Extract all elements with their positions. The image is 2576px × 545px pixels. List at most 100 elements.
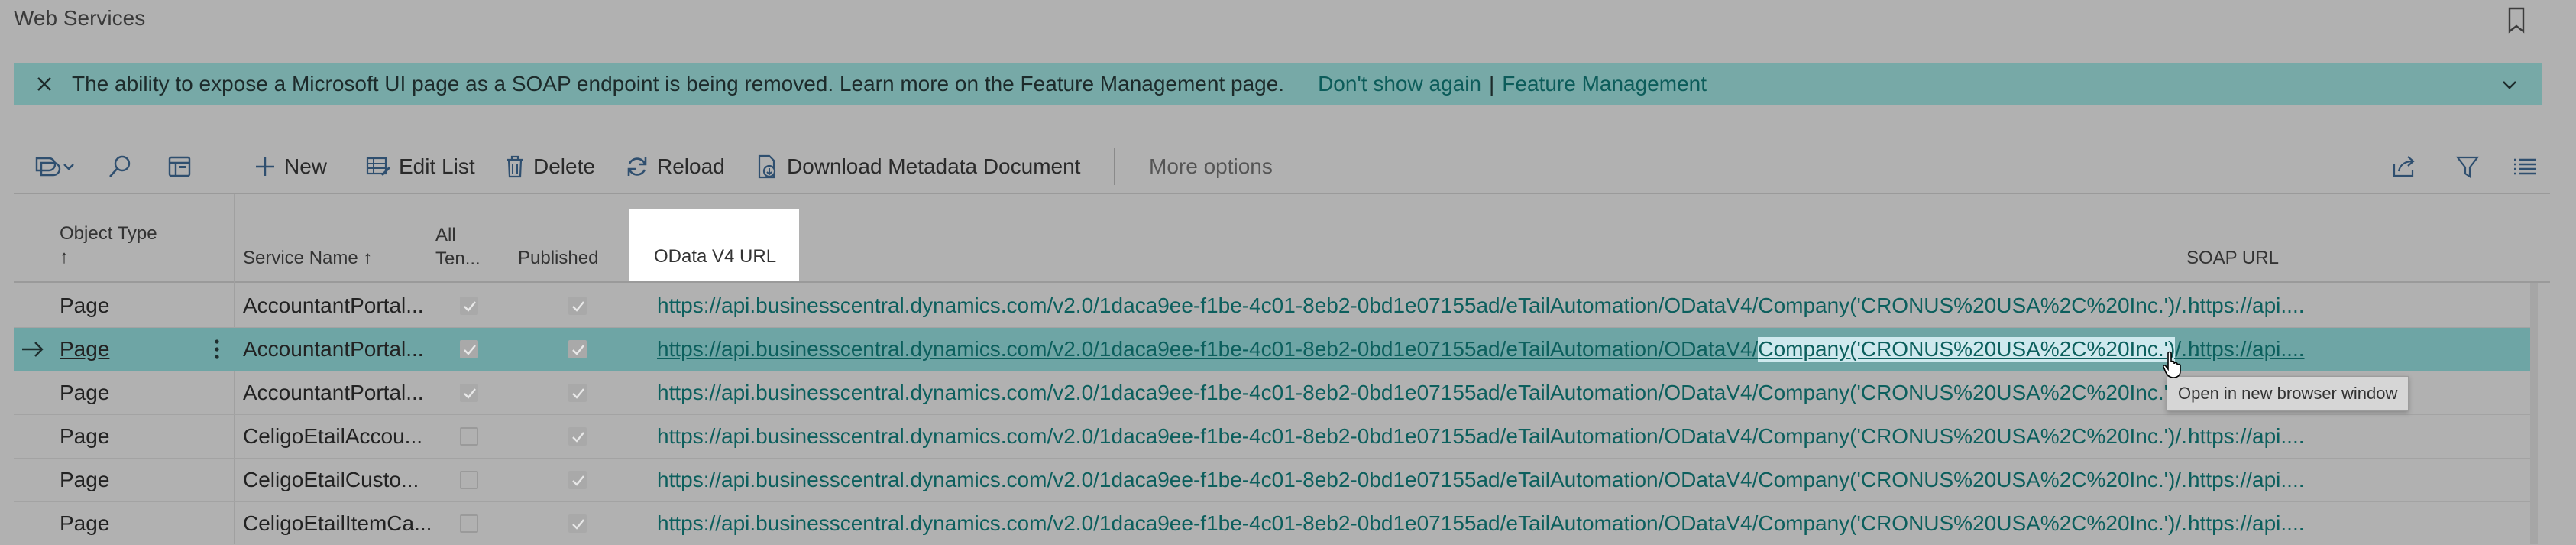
odata-url-link[interactable]: https://api.businesscentral.dynamics.com… (657, 459, 2199, 501)
filter-pane-icon (168, 156, 191, 177)
list-view-button[interactable] (2512, 144, 2545, 190)
reload-label: Reload (657, 154, 725, 178)
row-menu-icon[interactable] (212, 339, 222, 360)
vertical-scrollbar[interactable] (2530, 283, 2538, 544)
all-tenants-checkbox[interactable] (460, 297, 478, 315)
all-tenants-checkbox[interactable] (460, 471, 478, 489)
banner-message: The ability to expose a Microsoft UI pag… (72, 72, 1285, 96)
table-row[interactable]: Page CeligoEtailCusto... https://api.bus… (14, 459, 2535, 501)
service-name-cell[interactable]: CeligoEtailCusto... (243, 459, 419, 501)
object-type-cell[interactable]: Page (60, 502, 109, 545)
column-header-soap-url[interactable]: SOAP URL (2186, 246, 2279, 270)
toolbar-divider (1114, 148, 1115, 185)
edit-list-label: Edit List (399, 154, 475, 178)
all-tenants-checkbox[interactable] (460, 514, 478, 533)
cursor-icon (2163, 351, 2181, 378)
table-row[interactable]: Page CeligoEtailItemCa... https://api.bu… (14, 502, 2535, 545)
toolbar-separator (14, 193, 2550, 194)
plus-icon (256, 157, 274, 176)
object-type-cell[interactable]: Page (60, 284, 109, 327)
column-header-service-name[interactable]: Service Name ↑ (243, 246, 372, 270)
object-type-cell[interactable]: Page (60, 459, 109, 501)
published-checkbox[interactable] (568, 514, 587, 533)
soap-url-link[interactable]: https://api.... (2188, 328, 2305, 371)
odata-url-highlighted-part: Company('CRONUS%20USA%2C%20Inc.') (1758, 337, 2176, 362)
service-name-cell[interactable]: AccountantPortal... (243, 284, 424, 327)
download-metadata-button[interactable]: Download Metadata Document (755, 144, 1080, 190)
odata-url-link[interactable]: https://api.businesscentral.dynamics.com… (657, 502, 2199, 545)
object-type-cell[interactable]: Page (60, 371, 109, 414)
header-separator (14, 281, 2550, 283)
column-header-published[interactable]: Published (518, 246, 598, 270)
view-switch-button[interactable] (32, 144, 86, 190)
checkbox-icon (572, 301, 584, 312)
checkbox-icon (572, 388, 584, 399)
tooltip: Open in new browser window (2167, 376, 2409, 411)
published-checkbox[interactable] (568, 427, 587, 446)
published-checkbox[interactable] (568, 340, 587, 358)
odata-url-link[interactable]: https://api.businesscentral.dynamics.com… (657, 328, 2199, 371)
all-tenants-checkbox[interactable] (460, 427, 478, 446)
sort-arrow-icon: ↑ (60, 247, 69, 268)
filter-button[interactable] (2455, 144, 2487, 190)
soap-url-link[interactable]: https://api.... (2188, 459, 2305, 501)
checkbox-icon (572, 432, 584, 443)
published-checkbox[interactable] (568, 297, 587, 315)
chevron-down-icon[interactable] (2500, 75, 2519, 95)
bookmark-icon[interactable] (2504, 5, 2529, 35)
feature-management-link[interactable]: Feature Management (1502, 72, 1707, 96)
table-row[interactable]: Page AccountantPortal... https://api.bus… (14, 284, 2535, 327)
checkbox-icon (572, 345, 584, 355)
filter-pane-button[interactable] (167, 144, 200, 190)
published-checkbox[interactable] (568, 384, 587, 402)
close-icon[interactable] (34, 73, 55, 95)
view-switch-icon (35, 157, 74, 177)
object-type-cell[interactable]: Page (60, 415, 109, 458)
soap-url-link[interactable]: https://api.... (2188, 284, 2305, 327)
service-name-cell[interactable]: AccountantPortal... (243, 371, 424, 414)
column-header-all-tenants[interactable]: All Ten... (435, 223, 481, 271)
notification-banner: The ability to expose a Microsoft UI pag… (14, 63, 2542, 105)
odata-url-link[interactable]: https://api.businesscentral.dynamics.com… (657, 371, 2199, 414)
odata-url-part: https://api.businesscentral.dynamics.com… (657, 337, 1759, 361)
soap-url-link[interactable]: https://api.... (2188, 415, 2305, 458)
published-checkbox[interactable] (568, 471, 587, 489)
filter-icon (2455, 156, 2480, 179)
list-view-icon (2514, 158, 2536, 175)
new-button[interactable]: New (254, 144, 327, 190)
service-name-cell[interactable]: CeligoEtailAccou... (243, 415, 422, 458)
reload-icon (627, 157, 647, 176)
service-name-cell[interactable]: AccountantPortal... (243, 328, 424, 371)
service-name-cell[interactable]: CeligoEtailItemCa... (243, 502, 432, 545)
object-type-label: Object Type (60, 223, 157, 244)
dont-show-again-link[interactable]: Don't show again (1318, 72, 1481, 96)
checkbox-icon (572, 519, 584, 530)
download-metadata-label: Download Metadata Document (787, 154, 1081, 178)
column-header-object-type[interactable]: Object Type ↑ (60, 222, 157, 269)
checkbox-icon (464, 345, 476, 355)
download-icon (758, 154, 776, 179)
table-row[interactable]: Page CeligoEtailAccou... https://api.bus… (14, 415, 2535, 458)
table-row[interactable]: Page AccountantPortal... https://api.bus… (14, 371, 2535, 414)
edit-list-button[interactable]: Edit List (365, 144, 475, 190)
all-tenants-checkbox[interactable] (460, 384, 478, 402)
search-button[interactable] (107, 144, 141, 190)
table-row-selected[interactable]: Page AccountantPortal... https://api.bus… (14, 328, 2535, 371)
object-type-cell[interactable]: Page (60, 328, 109, 371)
more-options-button[interactable]: More options (1149, 144, 1273, 190)
share-button[interactable] (2391, 144, 2425, 190)
delete-button[interactable]: Delete (504, 144, 595, 190)
soap-url-link[interactable]: https://api.... (2188, 502, 2305, 545)
delete-label: Delete (533, 154, 595, 178)
new-label: New (284, 154, 328, 178)
odata-url-link[interactable]: https://api.businesscentral.dynamics.com… (657, 284, 2199, 327)
banner-separator: | (1489, 72, 1495, 96)
column-header-odata-v4-url[interactable]: OData V4 URL (629, 209, 799, 281)
delete-icon (507, 155, 523, 178)
more-options-label: More options (1149, 154, 1273, 178)
all-tenants-label-2: Ten... (435, 248, 481, 270)
edit-list-icon (366, 157, 391, 177)
reload-button[interactable]: Reload (625, 144, 725, 190)
odata-url-link[interactable]: https://api.businesscentral.dynamics.com… (657, 415, 2199, 458)
all-tenants-checkbox[interactable] (460, 340, 478, 358)
